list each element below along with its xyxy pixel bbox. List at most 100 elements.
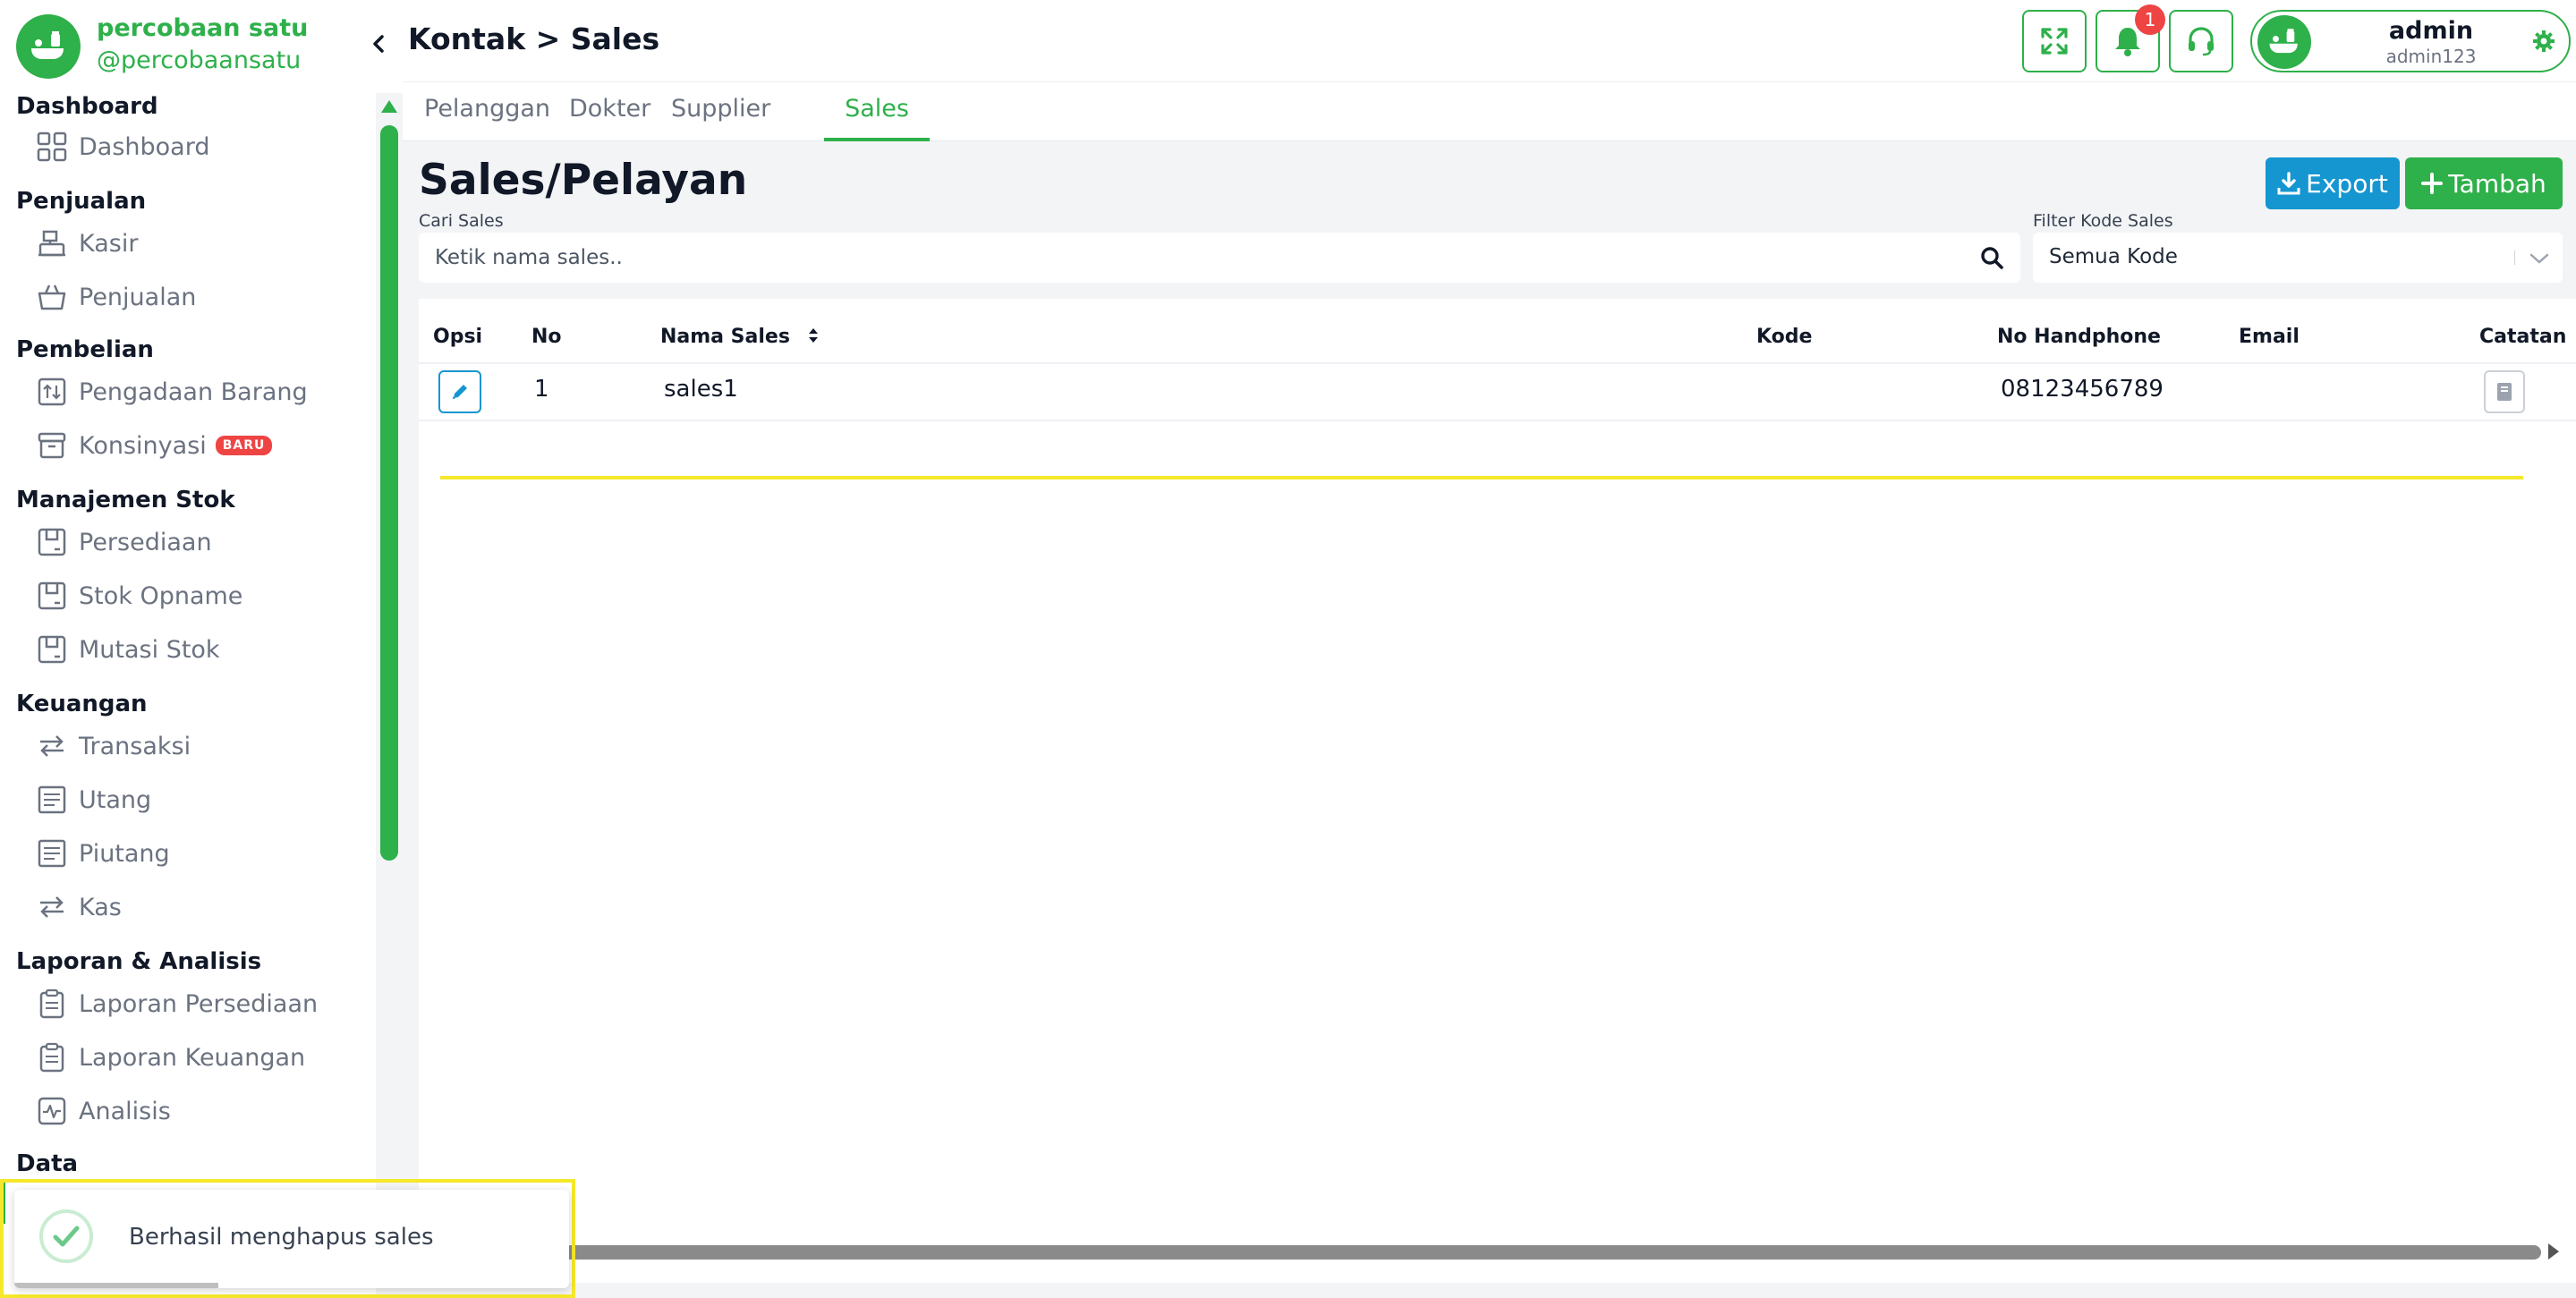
download-icon [2277,172,2300,195]
column-header-no: No [531,326,562,348]
success-toast[interactable]: Berhasil menghapus sales [14,1190,569,1288]
clipboard-icon [32,1038,72,1077]
highlight-line [440,476,2523,479]
sidebar-item-label: Utang [79,785,152,814]
sidebar-item-kasir[interactable]: Kasir [32,218,372,268]
sidebar-item-label: Laporan Keuangan [79,1043,306,1072]
chevron-left-icon [373,35,384,53]
sidebar-item-mutasi-stok[interactable]: Mutasi Stok [32,624,372,674]
brand-handle: @percobaansatu [97,47,302,74]
filter-selected-value: Semua Kode [2049,245,2178,268]
search-input[interactable] [435,233,1938,283]
user-username: admin123 [2385,46,2477,67]
filter-label: Filter Kode Sales [2033,211,2173,231]
export-button[interactable]: Export [2266,157,2400,209]
sidebar-item-piutang[interactable]: Piutang [32,828,372,878]
column-header-kode: Kode [1756,326,1813,348]
sidebar-item-label: Mutasi Stok [79,635,220,664]
sidebar-item-label: Transaksi [79,732,191,760]
brand-name: percobaan satu [97,14,309,42]
receipt-icon [32,780,72,819]
inbox-arrows-icon [32,372,72,411]
transfer-icon [32,887,72,927]
sidebar-item-analisis[interactable]: Analisis [32,1086,372,1136]
page-title: Sales/Pelayan [419,156,748,205]
expand-icon [2041,28,2068,55]
sidebar: percobaan satu @percobaansatu Dashboard … [0,0,403,1298]
sidebar-item-stok-opname[interactable]: Stok Opname [32,571,372,621]
filter-kode-select[interactable]: Semua Kode [2033,233,2563,283]
contact-tabs: Pelanggan Dokter Supplier Sales [403,82,2576,141]
sidebar-scrollbar-thumb[interactable] [380,125,398,861]
sidebar-item-transaksi[interactable]: Transaksi [32,721,372,771]
tab-sales[interactable]: Sales [824,95,930,141]
sidebar-item-label: Piutang [79,839,170,868]
user-profile-menu[interactable]: admin admin123 [2250,10,2571,72]
breadcrumb: Kontak > Sales [408,21,660,56]
column-header-no-handphone: No Handphone [1997,326,2161,348]
add-sales-button[interactable]: Tambah [2405,157,2563,209]
edit-button[interactable] [438,370,481,413]
section-title-dashboard: Dashboard [16,93,158,120]
sidebar-item-pengadaan-barang[interactable]: Pengadaan Barang [32,367,372,417]
activity-icon [32,1091,72,1131]
brand-header: percobaan satu @percobaansatu [0,0,403,93]
cell-no-handphone: 08123456789 [2001,376,2164,403]
headset-icon [2189,27,2214,56]
box-icon [32,630,72,669]
search-icon[interactable] [1977,243,2006,272]
tab-supplier[interactable]: Supplier [671,95,770,141]
cash-register-icon [32,224,72,263]
user-name: admin [2388,17,2474,45]
sidebar-scrollbar[interactable] [376,93,403,1298]
sidebar-item-label: Dashboard [79,132,210,161]
chevron-down-icon [2528,247,2551,270]
box-icon [32,522,72,562]
toast-highlight-frame: Berhasil menghapus sales [0,1179,575,1298]
column-header-nama-sales[interactable]: Nama Sales [660,326,820,348]
section-title-laporan-analisis: Laporan & Analisis [16,948,262,975]
sidebar-item-label: Konsinyasi [79,431,207,460]
sales-table: Opsi No Nama Sales Kode No Handphone Ema… [419,299,2576,1283]
select-divider [2514,250,2515,265]
section-title-data: Data [16,1150,79,1177]
tab-dokter[interactable]: Dokter [569,95,650,141]
column-header-opsi: Opsi [433,326,483,348]
table-horizontal-scrollbar[interactable] [564,1243,2559,1261]
sidebar-item-penjualan[interactable]: Penjualan [32,272,372,322]
sidebar-item-label: Kas [79,893,122,921]
cell-nama-sales: sales1 [664,376,738,403]
main-content: Sales/Pelayan Export Tambah Cari Sales F… [403,141,2576,1298]
sidebar-item-label: Laporan Persediaan [79,989,319,1018]
sidebar-item-konsinyasi[interactable]: Konsinyasi BARU [32,420,372,471]
plus-icon [2421,173,2444,194]
sidebar-item-label: Pengadaan Barang [79,378,308,406]
scroll-up-arrow-icon[interactable] [381,100,397,113]
section-title-pembelian: Pembelian [16,336,154,363]
box-icon [32,576,72,615]
search-label: Cari Sales [419,211,504,231]
section-title-penjualan: Penjualan [16,188,147,215]
row-divider [419,420,2576,421]
notification-button[interactable]: 1 [2096,4,2165,72]
clipboard-icon [32,984,72,1023]
support-button[interactable] [2169,10,2233,72]
sidebar-item-laporan-persediaan[interactable]: Laporan Persediaan [32,979,372,1029]
gear-icon[interactable] [2529,27,2558,55]
scroll-right-arrow-icon[interactable] [2548,1243,2559,1260]
fullscreen-button[interactable] [2022,10,2087,72]
sidebar-item-persediaan[interactable]: Persediaan [32,517,372,567]
sidebar-item-utang[interactable]: Utang [32,775,372,825]
sidebar-item-laporan-keuangan[interactable]: Laporan Keuangan [32,1032,372,1082]
archive-box-icon [32,426,72,465]
horizontal-scrollbar-thumb[interactable] [564,1245,2541,1260]
collapse-sidebar-button[interactable] [365,29,392,59]
sidebar-item-kas[interactable]: Kas [32,882,372,932]
column-header-label: Nama Sales [660,326,790,348]
catatan-button[interactable] [2484,370,2525,413]
column-header-catatan: Catatan [2479,326,2567,348]
new-badge: BARU [215,436,273,455]
top-header: Kontak > Sales 1 admin admin123 [403,0,2576,82]
tab-pelanggan[interactable]: Pelanggan [424,95,550,141]
sidebar-item-dashboard[interactable]: Dashboard [32,122,372,172]
